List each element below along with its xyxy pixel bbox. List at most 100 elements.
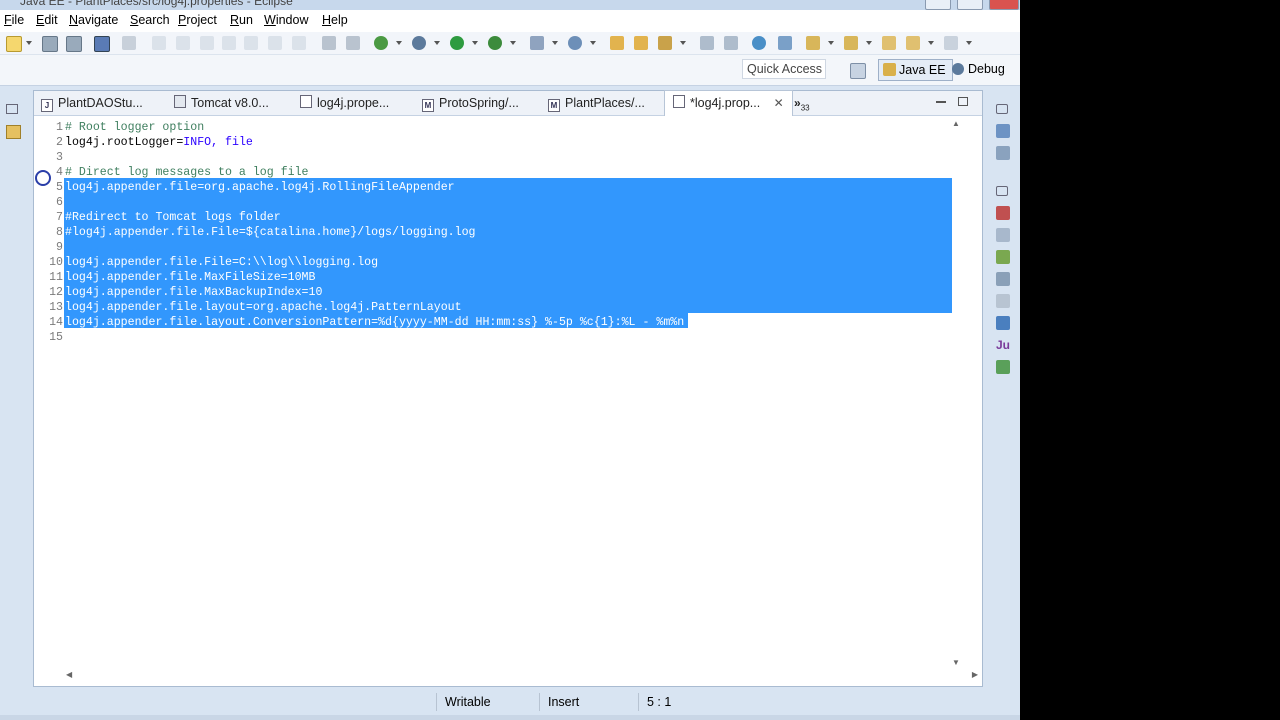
open-console-icon[interactable] [94,36,110,52]
project-explorer-icon[interactable] [6,125,21,139]
server-start-icon[interactable] [374,36,388,50]
code-line[interactable]: log4j.appender.file.layout=org.apache.lo… [65,301,462,314]
debug-dropdown-icon[interactable] [434,41,440,45]
code-line[interactable]: log4j.appender.file.MaxBackupIndex=10 [65,286,322,299]
toggle-mark-occurrences-icon[interactable] [700,36,714,50]
tab-plantdaostub[interactable]: J PlantDAOStu... [39,91,143,115]
save-all-icon[interactable] [66,36,82,52]
junit-icon[interactable]: Ju [996,338,1010,352]
next-annotation-icon[interactable] [806,36,820,50]
run-dropdown-icon[interactable] [472,41,478,45]
step-into-icon[interactable] [244,36,258,50]
new-icon[interactable] [6,36,22,52]
menu-search[interactable]: Search [130,13,170,27]
perspective-debug[interactable]: Debug [950,59,1005,79]
code-editor[interactable]: 1 # Root logger option 2 log4j.rootLogge… [47,121,952,666]
tab-plantplaces-pom[interactable]: M PlantPlaces/... [548,91,645,115]
run-icon[interactable] [450,36,464,50]
new-server-icon[interactable] [530,36,544,50]
scroll-down-arrow-icon[interactable]: ▼ [952,658,960,667]
next-annotation-dropdown-icon[interactable] [828,41,834,45]
debug-icon[interactable] [412,36,426,50]
tab-overflow-button[interactable]: »33 [794,91,810,115]
drop-to-frame-icon[interactable] [322,36,336,50]
maximize-editor-icon[interactable] [958,97,968,106]
servers-icon[interactable] [996,250,1010,264]
data-source-explorer-icon[interactable] [996,272,1010,286]
coverage-icon[interactable] [488,36,502,50]
markers-icon[interactable] [996,206,1010,220]
code-line[interactable]: # Direct log messages to a log file [65,166,309,179]
forward-dropdown-icon[interactable] [966,41,972,45]
tab-log4j-properties[interactable]: log4j.prope... [300,91,389,115]
open-task-icon[interactable] [634,36,648,50]
minimize-editor-icon[interactable] [936,101,946,103]
perspective-java-ee[interactable]: Java EE [878,59,953,81]
terminate-icon[interactable] [200,36,214,50]
tab-tomcat[interactable]: Tomcat v8.0... [174,91,269,115]
menu-project[interactable]: Project [178,13,217,27]
status-insert-mode[interactable]: Insert [539,693,636,711]
back-dropdown-icon[interactable] [928,41,934,45]
previous-annotation-icon[interactable] [844,36,858,50]
scroll-left-arrow-icon[interactable]: ◀ [66,670,72,679]
properties-view-icon[interactable] [996,228,1010,242]
menu-navigate[interactable]: Navigate [69,13,118,27]
tab-log4j-properties-active[interactable]: *log4j.prop... ✕ [664,90,793,116]
new-dropdown-icon[interactable] [26,41,32,45]
step-over-icon[interactable] [268,36,282,50]
search-dropdown-icon[interactable] [680,41,686,45]
external-tools-dropdown-icon[interactable] [590,41,596,45]
step-return-icon[interactable] [292,36,306,50]
progress-icon[interactable] [996,360,1010,374]
menu-window[interactable]: Window [264,13,308,27]
code-line[interactable]: #Redirect to Tomcat logs folder [65,211,281,224]
scroll-right-arrow-icon[interactable]: ▶ [972,670,978,679]
disconnect-icon[interactable] [222,36,236,50]
use-step-filters-icon[interactable] [346,36,360,50]
skip-breakpoints-icon[interactable] [122,36,136,50]
pin-editor-icon[interactable] [778,36,792,50]
external-tools-icon[interactable] [568,36,582,50]
save-icon[interactable] [42,36,58,52]
restore-icon[interactable] [6,104,18,114]
code-line[interactable]: #log4j.appender.file.File=${catalina.hom… [65,226,476,239]
open-perspective-icon[interactable] [850,63,866,79]
code-line[interactable]: log4j.appender.file.layout.ConversionPat… [65,316,684,329]
vertical-scrollbar[interactable]: ▲ ▼ [950,117,962,667]
code-line[interactable]: log4j.rootLogger=INFO, file [65,136,253,149]
code-line[interactable]: # Root logger option [65,121,204,134]
web-browser-icon[interactable] [752,36,766,50]
coverage-dropdown-icon[interactable] [510,41,516,45]
forward-icon[interactable] [944,36,958,50]
code-line[interactable]: log4j.appender.file.MaxFileSize=10MB [65,271,315,284]
show-whitespace-icon[interactable] [724,36,738,50]
previous-annotation-dropdown-icon[interactable] [866,41,872,45]
new-server-dropdown-icon[interactable] [552,41,558,45]
back-icon[interactable] [906,36,920,50]
console-icon[interactable] [996,316,1010,330]
open-type-icon[interactable] [610,36,624,50]
maximize-button[interactable] [957,0,983,10]
close-tab-icon[interactable]: ✕ [774,96,784,110]
last-edit-location-icon[interactable] [882,36,896,50]
code-line[interactable]: log4j.appender.file=org.apache.log4j.Rol… [65,181,455,194]
quick-access-input[interactable]: Quick Access [742,59,826,79]
server-dropdown-icon[interactable] [396,41,402,45]
search-icon[interactable] [658,36,672,50]
restore-right-icon[interactable] [996,104,1008,114]
close-window-button[interactable] [989,0,1019,10]
menu-file[interactable]: File [4,13,24,27]
menu-run[interactable]: Run [230,13,253,27]
code-line[interactable]: log4j.appender.file.File=C:\\log\\loggin… [65,256,378,269]
task-list-icon[interactable] [996,146,1010,160]
minimize-button[interactable] [925,0,951,10]
outline-icon[interactable] [996,124,1010,138]
snippets-icon[interactable] [996,294,1010,308]
resume-icon[interactable] [152,36,166,50]
menu-help[interactable]: Help [322,13,348,27]
scroll-up-arrow-icon[interactable]: ▲ [952,119,960,128]
menu-edit[interactable]: Edit [36,13,58,27]
suspend-icon[interactable] [176,36,190,50]
tab-protospring-pom[interactable]: M ProtoSpring/... [422,91,519,115]
